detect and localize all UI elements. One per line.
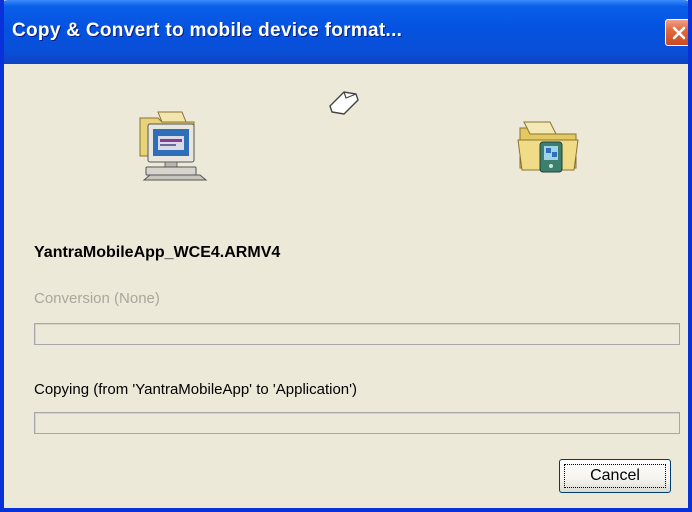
title-bar[interactable]: Copy & Convert to mobile device format..… <box>4 0 688 64</box>
copying-label: Copying (from 'YantraMobileApp' to 'Appl… <box>34 381 357 398</box>
document-icon <box>329 91 359 115</box>
window-title: Copy & Convert to mobile device format..… <box>12 20 403 41</box>
copy-animation <box>4 64 688 214</box>
close-button[interactable] <box>665 19 688 46</box>
close-icon <box>672 26 685 39</box>
device-folder-icon <box>517 121 579 173</box>
copying-progress-bar <box>34 412 680 434</box>
desktop-computer-icon <box>139 111 208 181</box>
cancel-button-label: Cancel <box>590 467 640 484</box>
cancel-button[interactable]: Cancel <box>559 459 671 493</box>
conversion-label: Conversion (None) <box>34 290 160 307</box>
copy-convert-dialog: Copy & Convert to mobile device format..… <box>0 0 692 512</box>
conversion-progress-bar <box>34 323 680 345</box>
file-name: YantraMobileApp_WCE4.ARMV4 <box>34 244 281 261</box>
